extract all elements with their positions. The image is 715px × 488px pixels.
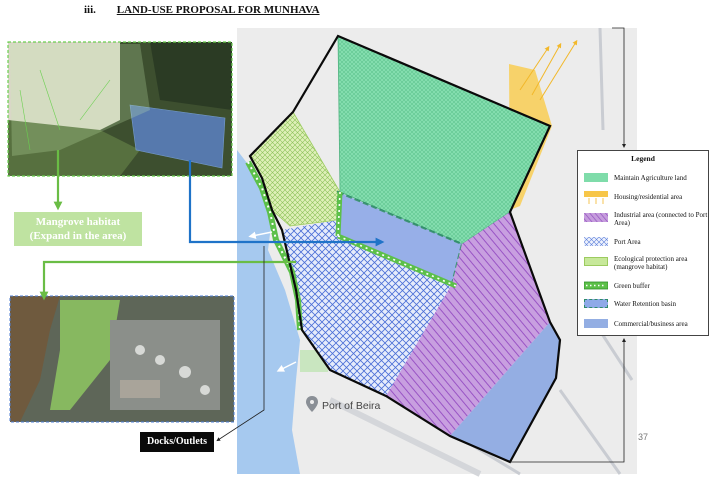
legend-swatch-agriculture [584, 173, 608, 182]
mangrove-callout-line2: (Expand in the area) [29, 230, 127, 242]
legend-label-housing: Housing/residential area [614, 193, 683, 201]
legend-swatch-commercial [584, 319, 608, 328]
legend-title: Legend [631, 154, 655, 163]
legend-label-port: Port Area [614, 238, 641, 246]
legend-swatch-port [584, 237, 608, 246]
legend-label-green-buffer: Green buffer [614, 282, 650, 290]
port-of-beira-label: Port of Beira [322, 400, 381, 412]
legend-label-agriculture: Maintain Agriculture land [614, 174, 687, 182]
legend-swatch-green-buffer [584, 281, 608, 290]
legend-label-commercial: Commercial/business area [614, 320, 688, 328]
port-inset-photo [9, 295, 235, 423]
legend-swatch-industrial [584, 213, 608, 222]
mangrove-habitat-callout: Mangrove habitat (Expand in the area) [14, 212, 142, 246]
legend-swatch-housing [584, 191, 608, 204]
page-number: 37 [638, 432, 649, 442]
legend-swatch-ecological [584, 257, 608, 266]
map-legend: Legend Maintain Agriculture land Housing… [577, 150, 709, 336]
legend-label-water-retention: Water Retention basin [614, 300, 677, 308]
mangrove-inset-photo [7, 41, 233, 177]
docks-outlets-callout: Docks/Outlets [140, 432, 214, 452]
legend-swatch-water-retention [584, 299, 608, 308]
mangrove-callout-line1: Mangrove habitat [35, 216, 121, 228]
legend-label-ecological: Ecological protection area (mangrove hab… [614, 255, 688, 271]
legend-label-industrial: Industrial area (connected to Port Area) [614, 211, 708, 227]
